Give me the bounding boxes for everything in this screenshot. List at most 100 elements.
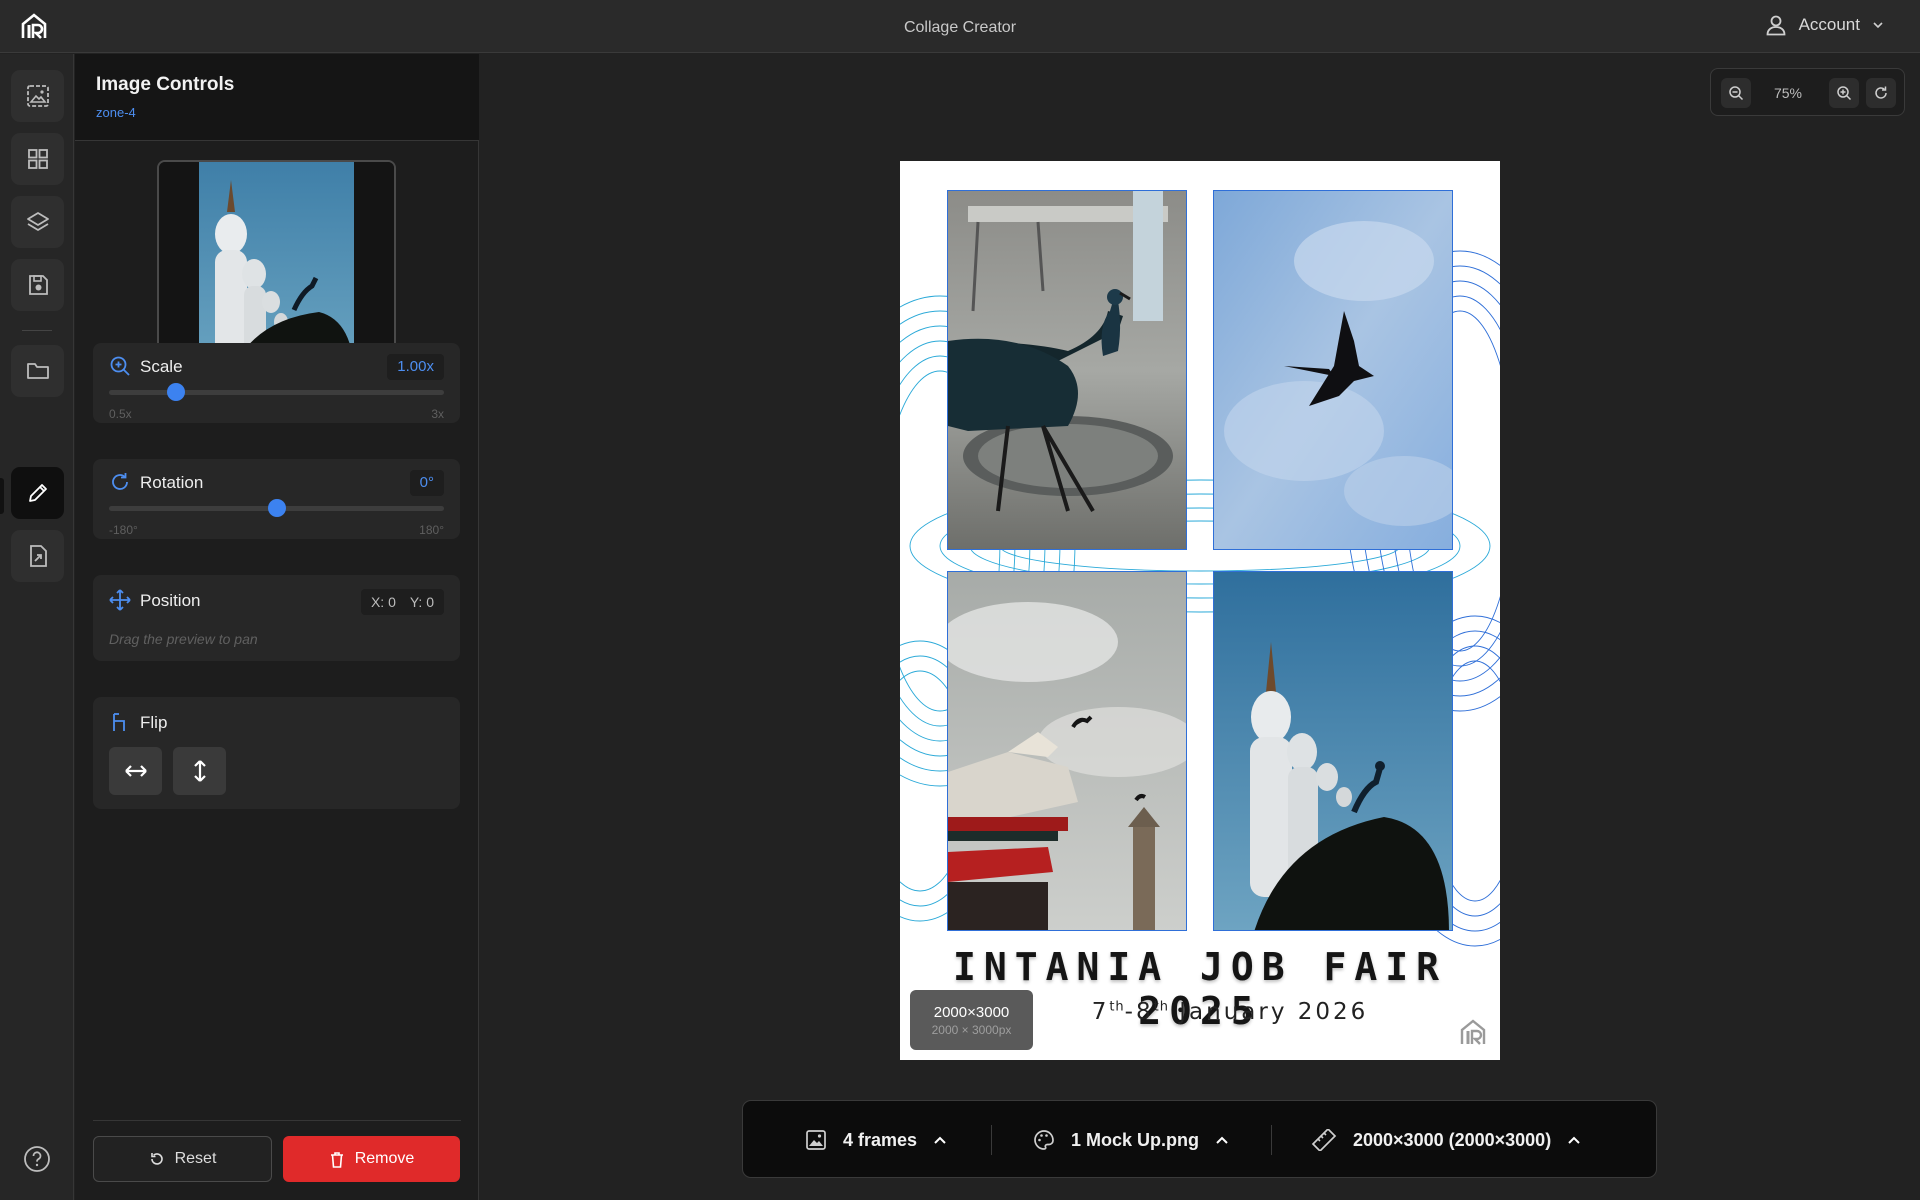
rotate-icon: [112, 473, 128, 490]
account-label: Account: [1798, 15, 1860, 34]
position-y: Y: 0: [409, 594, 434, 610]
rotation-max-label: 180°: [419, 523, 444, 537]
rail-active-indicator: [0, 478, 4, 514]
reset-button[interactable]: Reset: [93, 1136, 272, 1182]
rail-export-button[interactable]: [11, 530, 64, 582]
edit-pencil-icon: [28, 484, 47, 502]
position-readout: X: 0 Y: 0: [360, 589, 444, 615]
image-frame-icon: [26, 85, 49, 107]
rail-open-folder-button[interactable]: [11, 345, 64, 397]
chevron-up-icon: [1568, 1136, 1580, 1144]
remove-label: Remove: [354, 1150, 415, 1167]
chevron-up-icon: [934, 1136, 946, 1144]
flip-icon: [113, 713, 125, 731]
frames-selector[interactable]: 4 frames: [805, 1101, 947, 1179]
flip-vertical-button[interactable]: [173, 747, 226, 795]
scale-slider[interactable]: [109, 383, 444, 401]
collage-frame-2[interactable]: [1213, 190, 1453, 550]
dimensions-selector[interactable]: 2000×3000 (2000×3000): [1311, 1101, 1581, 1179]
background-selector[interactable]: 1 Mock Up.png: [1033, 1101, 1229, 1179]
date-ordinal2: th: [1153, 999, 1169, 1015]
chevron-down-icon: [1873, 22, 1883, 29]
rotation-slider-thumb[interactable]: [267, 499, 286, 517]
flip-horizontal-button[interactable]: [109, 747, 162, 795]
reset-label: Reset: [174, 1150, 217, 1167]
toolbar-separator: [991, 1125, 992, 1155]
date-separator: -8: [1124, 999, 1154, 1025]
reset-zoom-button[interactable]: [1866, 78, 1896, 108]
rotation-slider[interactable]: [109, 499, 444, 517]
grid-layout-icon: [27, 149, 48, 169]
canvas-size-chip: 2000×3000 2000 × 3000px: [910, 990, 1033, 1050]
canvas-size-sub: 2000 × 3000px: [931, 1023, 1012, 1037]
date-day1: 7: [1091, 999, 1110, 1025]
account-menu[interactable]: Account: [1765, 14, 1884, 36]
user-icon: [1766, 15, 1785, 36]
collage-frame-3[interactable]: [947, 571, 1187, 931]
scale-min-label: 0.5x: [109, 407, 132, 421]
remove-button[interactable]: Remove: [283, 1136, 460, 1182]
palette-icon: [1034, 1130, 1054, 1150]
rotation-value: 0°: [409, 470, 444, 496]
save-icon: [28, 275, 48, 295]
frames-label: 4 frames: [843, 1129, 918, 1150]
zoom-level: 75%: [1773, 85, 1803, 101]
position-x: X: 0: [370, 594, 396, 610]
rotation-control: Rotation 0° -180° 180°: [93, 459, 460, 539]
panel-header: Image Controls zone-4: [75, 54, 479, 141]
arrow-left-right-icon: [124, 765, 147, 777]
refresh-icon: [1875, 86, 1887, 99]
flip-control: Flip: [93, 697, 460, 809]
panel-title: Image Controls: [96, 74, 235, 95]
collage-poster[interactable]: INTANIA JOB FAIR 2025 7th-8th January 20…: [900, 161, 1500, 1060]
background-label: 1 Mock Up.png: [1071, 1129, 1200, 1150]
reset-icon: [150, 1153, 163, 1165]
position-control: Position X: 0 Y: 0 Drag the preview to p…: [93, 575, 460, 661]
scale-slider-thumb[interactable]: [167, 383, 185, 401]
toolbar-separator: [1271, 1125, 1272, 1155]
rail-divider: [22, 330, 52, 331]
poster-logo-icon: [1460, 1019, 1486, 1045]
canvas-size-main: 2000×3000: [933, 1004, 1010, 1021]
bottom-toolbar: 4 frames 1 Mock Up.png 2000×3000 (2000×3…: [742, 1100, 1657, 1178]
tool-rail: [0, 54, 74, 1200]
arrow-up-down-icon: [193, 760, 206, 782]
panel-footer-divider: [93, 1120, 461, 1121]
date-ordinal1: th: [1109, 999, 1125, 1015]
position-hint: Drag the preview to pan: [109, 631, 258, 647]
layers-icon: [26, 212, 49, 231]
rail-save-button[interactable]: [11, 259, 64, 311]
help-circle-icon[interactable]: [22, 1144, 52, 1174]
dimensions-label: 2000×3000 (2000×3000): [1353, 1129, 1552, 1150]
rail-grid-layout-button[interactable]: [11, 133, 64, 185]
rotation-label: Rotation: [140, 473, 204, 492]
zoom-in-icon: [1837, 86, 1852, 101]
zoom-in-button[interactable]: [1829, 78, 1859, 108]
top-bar: Collage Creator Account: [0, 0, 1920, 53]
scale-label: Scale: [140, 357, 183, 376]
folder-icon: [26, 363, 49, 379]
zoom-out-icon: [1729, 86, 1744, 101]
rail-layers-button[interactable]: [11, 196, 64, 248]
scale-value: 1.00x: [387, 354, 444, 380]
scale-control: Scale 1.00x 0.5x 3x: [93, 343, 460, 423]
rail-image-frame-button[interactable]: [11, 70, 64, 122]
app-title: Collage Creator: [903, 19, 1017, 36]
rotation-min-label: -180°: [109, 523, 138, 537]
rail-edit-button[interactable]: [11, 467, 64, 519]
scale-max-label: 3x: [431, 407, 444, 421]
zoom-out-button[interactable]: [1721, 78, 1751, 108]
collage-frame-1[interactable]: [947, 190, 1187, 550]
export-file-icon: [29, 545, 47, 567]
zoom-in-icon: [110, 356, 130, 376]
collage-frame-4[interactable]: [1213, 571, 1453, 931]
date-rest: January 2026: [1168, 999, 1369, 1025]
move-icon: [109, 589, 131, 611]
image-controls-panel: Image Controls zone-4 Scale 1.00x 0.5x 3…: [75, 54, 479, 1200]
selected-zone-label: zone-4: [96, 105, 136, 120]
position-label: Position: [140, 591, 201, 610]
trash-icon: [330, 1151, 343, 1168]
ruler-icon: [1311, 1129, 1337, 1151]
chevron-up-icon: [1216, 1136, 1228, 1144]
flip-label: Flip: [140, 713, 168, 732]
